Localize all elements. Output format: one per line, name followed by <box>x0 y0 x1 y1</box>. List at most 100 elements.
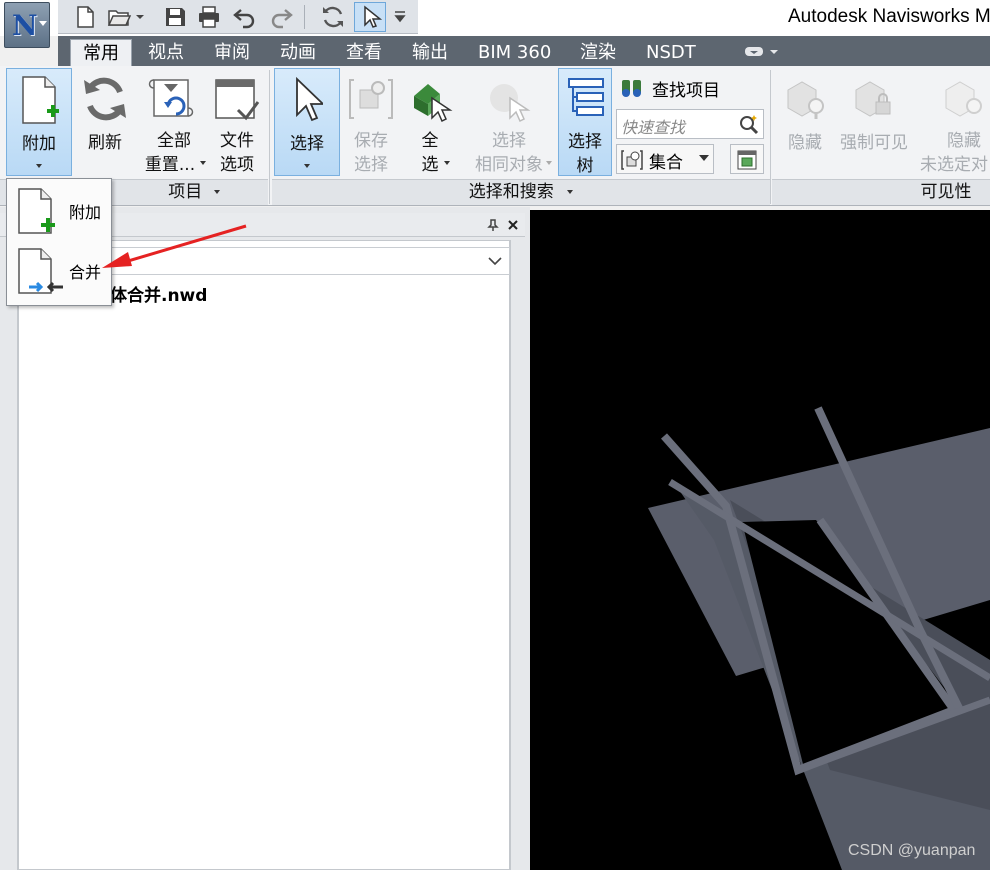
menu-item-merge[interactable]: 合并 <box>11 243 107 299</box>
require-label: 强制可见 <box>840 133 908 153</box>
chevron-down-icon <box>546 161 552 165</box>
file-options-button[interactable]: 文件 选项 <box>208 68 266 176</box>
refresh-icon[interactable] <box>320 4 346 30</box>
select-same-button[interactable]: 选择 相同对象 <box>462 68 556 176</box>
project-panel-label: 项目 <box>168 182 203 202</box>
panel-left-gutter <box>0 240 18 870</box>
redo-icon[interactable] <box>268 4 294 30</box>
model-geometry <box>648 406 990 870</box>
save-selection-icon <box>349 79 393 119</box>
append-icon <box>18 188 55 234</box>
quick-find-input[interactable]: 快速查找 <box>616 109 764 139</box>
save-selection-label-2: 选择 <box>354 155 388 175</box>
tab-home[interactable]: 常用 <box>70 39 132 66</box>
ribbon: 附加 刷新 全部 重置... 文件 选项 项目 选择 保存 选择 全 选 选择 … <box>0 66 990 206</box>
append-button[interactable]: 附加 <box>6 68 72 176</box>
selection-tree-icon <box>568 78 604 116</box>
print-icon[interactable] <box>196 4 222 30</box>
tab-render[interactable]: 渲染 <box>568 39 628 66</box>
lock-icon <box>855 81 891 117</box>
append-icon <box>22 76 59 124</box>
save-selection-label-1: 保存 <box>354 131 388 151</box>
selection-tree-label-2: 树 <box>576 156 594 176</box>
app-logo: N <box>12 9 38 42</box>
hide-button[interactable]: 隐藏 <box>776 68 834 176</box>
open-icon[interactable] <box>106 4 132 30</box>
chevron-down-icon <box>39 21 47 26</box>
chevron-down-icon <box>444 161 450 165</box>
select-same-label-2: 相同对象 <box>475 155 543 175</box>
select-label: 选择 <box>290 134 324 154</box>
new-icon[interactable] <box>72 4 98 30</box>
chevron-down-icon <box>304 164 310 168</box>
navisworks-window: N Autodesk Navisworks M 常用 视点 审阅 动画 查看 输… <box>0 0 990 870</box>
tab-viewpoint[interactable]: 视点 <box>136 39 196 66</box>
ribbon-minimize-icon[interactable] <box>744 44 780 60</box>
selection-tree-body[interactable] <box>18 240 510 870</box>
chevron-down-icon <box>699 155 709 161</box>
customize-toolbar-icon[interactable] <box>392 4 408 30</box>
hide-unselected-label-1: 隐藏 <box>947 131 981 151</box>
visibility-panel-footer[interactable]: 可见性 <box>772 179 990 205</box>
refresh-button[interactable]: 刷新 <box>74 68 136 176</box>
file-options-icon <box>215 79 260 121</box>
reset-all-button[interactable]: 全部 重置... <box>140 68 208 176</box>
search-icon[interactable] <box>737 113 761 137</box>
model-view <box>648 406 990 870</box>
hide-unselected-icon <box>945 81 982 117</box>
tab-view[interactable]: 查看 <box>334 39 394 66</box>
select-search-panel-footer[interactable]: 选择和搜索 <box>272 179 770 205</box>
panel-scrollbar[interactable] <box>510 240 530 870</box>
chevron-down-icon[interactable] <box>134 4 146 30</box>
window-title: Autodesk Navisworks M <box>788 6 990 27</box>
reset-all-label-1: 全部 <box>157 131 191 151</box>
chevron-down-icon <box>36 164 42 168</box>
3d-viewport[interactable] <box>530 210 990 870</box>
undo-icon[interactable] <box>232 4 258 30</box>
find-items-button[interactable]: 查找项目 <box>618 76 768 101</box>
select-icon[interactable] <box>357 4 383 30</box>
select-button[interactable]: 选择 <box>274 68 340 176</box>
chevron-down-icon <box>567 190 574 194</box>
application-menu-button[interactable]: N <box>4 2 50 48</box>
sets-dropdown[interactable]: 集合 <box>616 144 714 174</box>
select-all-icon <box>414 84 453 123</box>
chevron-down-icon <box>488 257 502 266</box>
tab-nsdt[interactable]: NSDT <box>634 39 708 66</box>
selection-tree-button[interactable]: 选择 树 <box>558 68 612 176</box>
tree-item-file[interactable]: 体合并.nwd <box>110 281 207 306</box>
hide-label: 隐藏 <box>788 133 822 153</box>
quick-find-placeholder: 快速查找 <box>621 118 686 137</box>
file-options-label-2: 选项 <box>220 155 254 175</box>
close-icon[interactable] <box>506 218 520 232</box>
manage-sets-icon <box>737 150 757 170</box>
select-same-label-1: 选择 <box>492 131 526 151</box>
hide-icon <box>787 81 824 119</box>
select-search-panel-label: 选择和搜索 <box>468 182 554 202</box>
chevron-down-icon <box>200 161 206 165</box>
manage-sets-button[interactable] <box>730 144 764 174</box>
reset-all-icon <box>148 79 194 117</box>
watermark-text: CSDN @yuanpan <box>848 842 976 859</box>
menu-item-append[interactable]: 附加 <box>11 183 107 239</box>
save-icon[interactable] <box>162 4 188 30</box>
file-options-label-1: 文件 <box>220 131 254 151</box>
append-label: 附加 <box>22 134 56 154</box>
find-items-label: 查找项目 <box>652 81 720 101</box>
refresh-label: 刷新 <box>88 133 122 153</box>
save-selection-button[interactable]: 保存 选择 <box>342 68 400 176</box>
sets-label: 集合 <box>649 153 683 173</box>
tab-animation[interactable]: 动画 <box>268 39 328 66</box>
ribbon-tab-bar: 常用 视点 审阅 动画 查看 输出 BIM 360 渲染 NSDT <box>58 36 990 66</box>
selection-tree-label-1: 选择 <box>568 132 602 152</box>
sets-icon <box>621 150 643 170</box>
tab-bim360[interactable]: BIM 360 <box>466 39 563 66</box>
tab-output[interactable]: 输出 <box>400 39 460 66</box>
annotation-arrow <box>102 224 247 268</box>
require-button[interactable]: 强制可见 <box>836 68 912 176</box>
select-icon <box>296 77 323 122</box>
select-all-button[interactable]: 全 选 <box>402 68 458 176</box>
pin-icon[interactable] <box>486 218 500 232</box>
hide-unselected-button[interactable]: 隐藏 未选定对 <box>916 68 990 176</box>
tab-review[interactable]: 审阅 <box>202 39 262 66</box>
